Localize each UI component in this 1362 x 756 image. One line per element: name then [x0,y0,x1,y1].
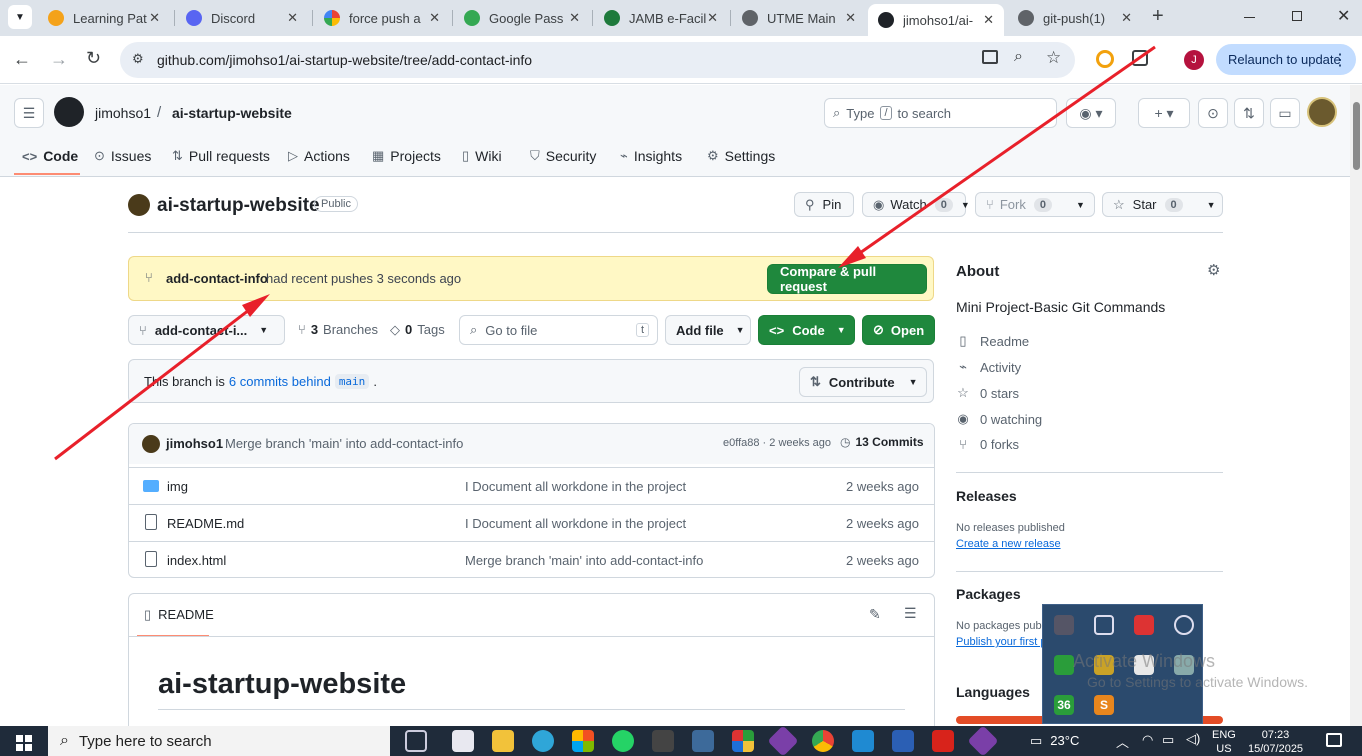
arrow-to-branch-name [54,298,263,461]
clock[interactable]: 07:23 15/07/2025 [1248,728,1303,756]
store-app-icon[interactable] [572,730,594,752]
virtualbox-icon[interactable] [692,730,714,752]
edge-browser-icon[interactable] [532,730,554,752]
activate-windows-watermark: Activate Windows [1073,651,1216,671]
weather-temp: 23°C [1050,733,1080,748]
taskbar-search-placeholder: Type here to search [78,732,212,750]
arrow-to-compare-button [846,45,1156,264]
weather-icon: ▭ [1030,733,1043,748]
task-view-icon[interactable] [405,730,427,752]
taskbar-search-box[interactable]: ⌕ Type here to search [48,726,390,756]
network-icon[interactable]: ◠ [1142,732,1153,748]
tray-s-icon[interactable]: S [1094,695,1114,715]
clock-time: 07:23 [1261,729,1290,741]
chevron-up-icon[interactable]: ︿ [1116,732,1129,751]
mail-app-icon[interactable] [452,730,474,752]
clock-date: 15/07/2025 [1248,743,1304,755]
search-icon: ⌕ [60,732,69,749]
git-app-icon[interactable] [767,725,799,756]
gray-app-icon[interactable] [652,730,674,752]
keyboard-region: US [1216,743,1232,755]
language-code: ENG [1212,729,1236,741]
word-icon[interactable] [892,730,914,752]
vscode-icon[interactable] [852,730,874,752]
file-explorer-icon[interactable] [492,730,514,752]
tray-camera-icon[interactable] [1094,615,1114,635]
colorful-grid-icon[interactable] [732,730,754,752]
tray-green-triangle-icon[interactable] [1054,655,1074,675]
notification-center-icon[interactable] [1326,733,1342,747]
volume-icon[interactable]: ◁) [1186,731,1200,747]
tray-display-icon[interactable] [1054,615,1074,635]
arrow-head [838,246,866,268]
activate-windows-subtext: Go to Settings to activate Windows. [1087,674,1308,690]
tray-search-icon[interactable] [1174,615,1194,635]
tray-36-icon[interactable]: 36 [1054,695,1074,715]
windows-taskbar: ⌕ Type here to search ▭ 23°C ︿ ◠ ▭ ◁) ENG… [0,725,1362,756]
battery-icon[interactable]: ▭ [1162,732,1174,748]
weather-widget[interactable]: ▭ 23°C [1030,733,1079,749]
pdf-reader-icon[interactable] [932,730,954,752]
git-app-icon[interactable] [967,725,999,756]
whatsapp-icon[interactable] [612,730,634,752]
chrome-icon[interactable] [812,730,834,752]
windows-start-icon[interactable] [16,735,32,751]
language-indicator[interactable]: ENG US [1212,728,1236,756]
tray-security-shield-icon[interactable] [1134,615,1154,635]
